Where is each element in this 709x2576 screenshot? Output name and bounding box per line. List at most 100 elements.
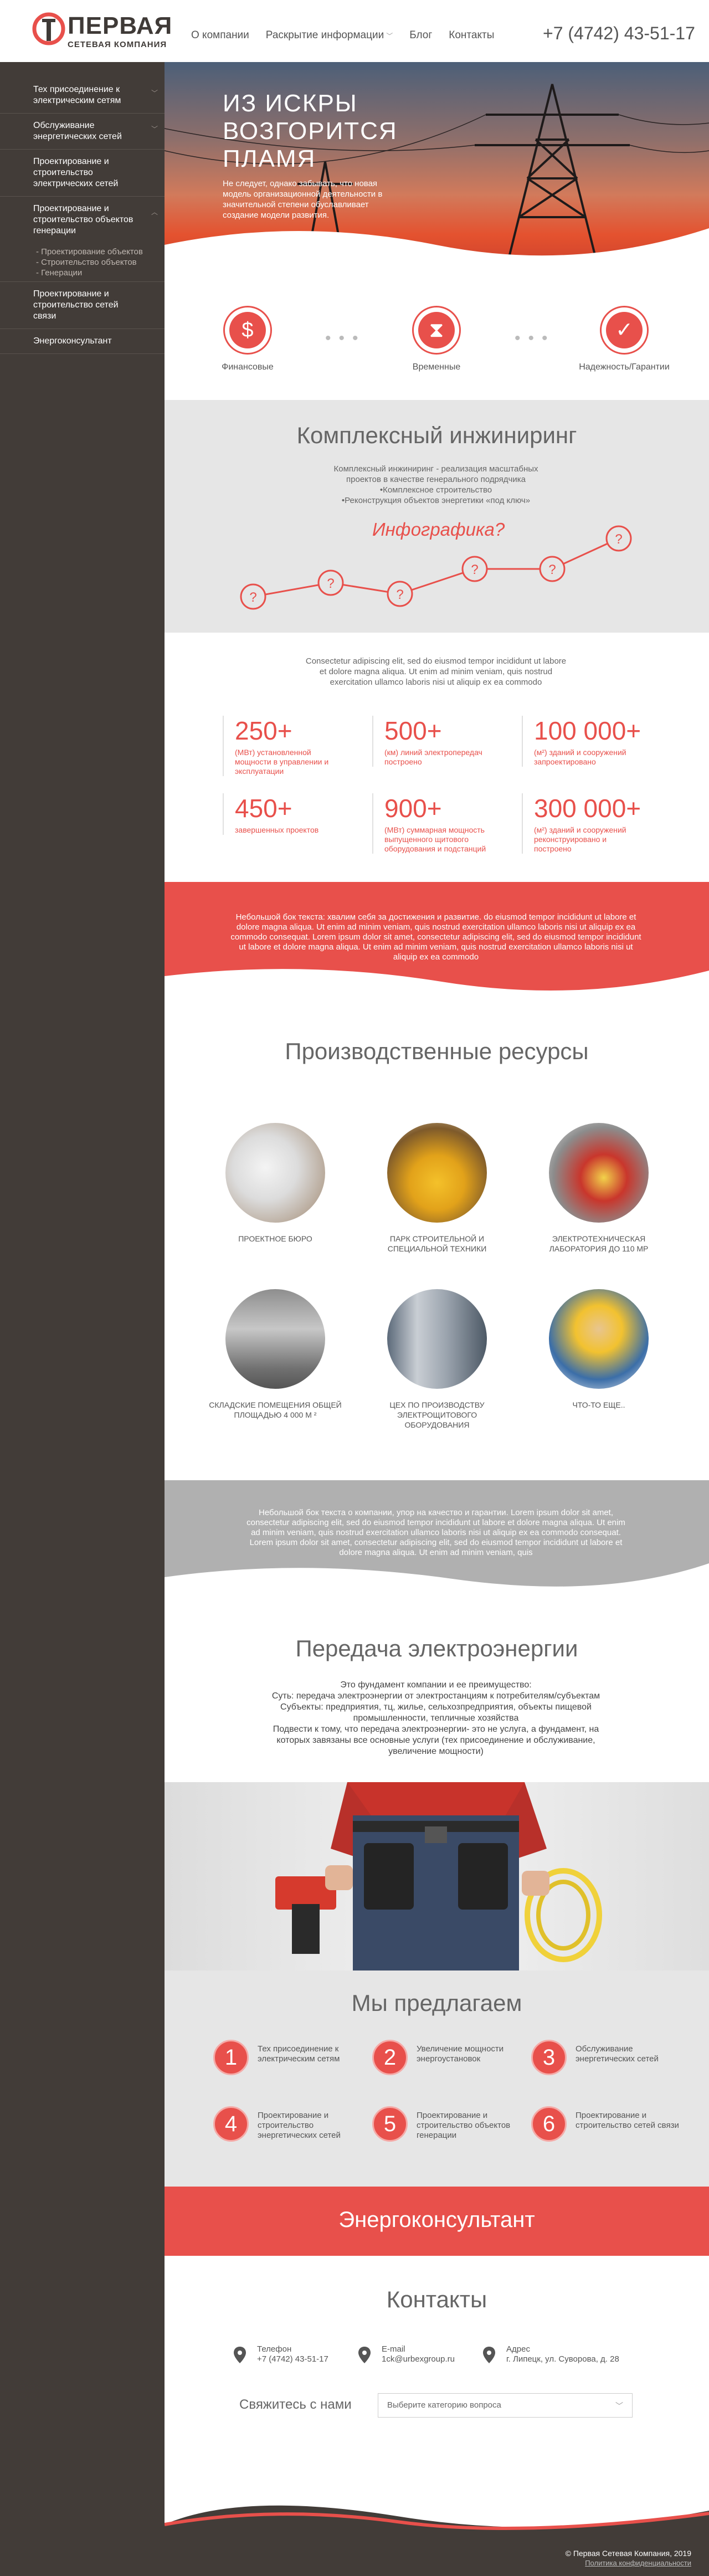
sidebar-item-communications[interactable]: Проектирование и строительство сетей свя… xyxy=(0,282,165,329)
contact-phone: Телефон +7 (4742) 43-51-17 xyxy=(234,2344,328,2364)
stat-label: (км) линий электропередач построено xyxy=(384,748,482,766)
sidebar-item-label: Проектирование и строительство объектов … xyxy=(33,204,133,235)
transmission-line: Субъекты: предприятия, тц, жилье, сельхо… xyxy=(280,1702,592,1723)
site-header: ПЕРВАЯ СЕТЕВАЯ КОМПАНИЯ О компании Раскр… xyxy=(0,0,709,62)
offer-item[interactable]: 5 Проектирование и строительство объекто… xyxy=(372,2106,533,2145)
hero-title: ИЗ ИСКРЫ ВОЗГОРИТСЯ ПЛАМЯ xyxy=(223,90,398,172)
logo-title[interactable]: ПЕРВАЯ xyxy=(68,12,172,40)
resource-image xyxy=(549,1123,649,1223)
stat-number: 900+ xyxy=(384,794,442,823)
offer-item[interactable]: 4 Проектирование и строительство энергет… xyxy=(213,2106,374,2145)
header-phone[interactable]: +7 (4742) 43-51-17 xyxy=(543,23,695,44)
stat-item: 900+ (МВт) суммарная мощность выпущенног… xyxy=(372,793,494,854)
contact-label: E-mail xyxy=(382,2344,405,2354)
select-placeholder: Выберите категорию вопроса xyxy=(387,2400,501,2410)
nav-contacts[interactable]: Контакты xyxy=(449,29,494,42)
offer-number: 5 xyxy=(372,2106,408,2142)
achievements-band: Небольшой бок текста: хвалим себя за дос… xyxy=(165,882,709,993)
sidebar-item-generation[interactable]: Проектирование и строительство объектов … xyxy=(0,197,165,243)
contact-label: Адрес xyxy=(506,2344,530,2354)
feature-reliability: ✓ Надежность/Гарантии xyxy=(569,306,680,372)
location-pin-icon xyxy=(358,2347,371,2363)
logo-icon[interactable] xyxy=(32,12,65,45)
feature-time: ⧗ Временные xyxy=(381,306,492,372)
offer-item[interactable]: 6 Проектирование и строительство сетей с… xyxy=(531,2106,692,2145)
offer-item[interactable]: 2 Увеличение мощности энергоустановок xyxy=(372,2040,533,2079)
sidebar-submenu: Проектирование объектов Строительство об… xyxy=(0,243,165,282)
stat-item: 450+ завершенных проектов xyxy=(223,793,345,835)
infographic-marker: ? xyxy=(396,587,403,602)
nav-blog[interactable]: Блог xyxy=(409,29,432,42)
sidebar-subitem[interactable]: Проектирование объектов xyxy=(36,247,153,257)
offer-label: Проектирование и строительство сетей свя… xyxy=(576,2111,679,2130)
resource-image xyxy=(549,1289,649,1389)
quality-band: Небольшой бок текста о компании, упор на… xyxy=(165,1480,709,1591)
resource-label: СКЛАДСКИЕ ПОМЕЩЕНИЯ ОБЩЕЙ ПЛОЩАДЬЮ 4 000… xyxy=(209,1400,342,1419)
feature-circle: ✓ xyxy=(600,306,649,355)
transmission-line: Это фундамент компании и ее преимущество… xyxy=(340,1680,532,1690)
feature-label: Временные xyxy=(412,362,461,372)
feature-label: Надежность/Гарантии xyxy=(579,362,670,372)
resource-label: ЦЕХ ПО ПРОИЗВОДСТВУ ЭЛЕКТРОЩИТОВОГО ОБОР… xyxy=(389,1400,485,1429)
stat-label: (м²) зданий и сооружений запроектировано xyxy=(534,748,626,766)
contact-label: Телефон xyxy=(257,2344,292,2354)
section-title: Контакты xyxy=(386,2286,487,2312)
sidebar-subitem[interactable]: Генерации xyxy=(36,268,153,278)
wave-divider xyxy=(165,969,709,993)
sidebar-item-label: Проектирование и строительство сетей свя… xyxy=(33,289,119,321)
contact-us-label: Свяжитесь с нами xyxy=(239,2397,352,2412)
hero-text: Не следует, однако забывать, что новая м… xyxy=(223,179,383,220)
infographic-marker: ? xyxy=(327,576,334,591)
sidebar-subitem[interactable]: Строительство объектов xyxy=(36,257,153,268)
sidebar-item-energoconsultant[interactable]: Энергоконсультант xyxy=(0,329,165,354)
section-title: Передача электроэнергии xyxy=(295,1635,578,1661)
wave-divider xyxy=(165,1563,709,1591)
resource-item[interactable]: ПАРК СТРОИТЕЛЬНОЙ И СПЕЦИАЛЬНОЙ ТЕХНИКИ xyxy=(365,1123,509,1254)
section-title: Производственные ресурсы xyxy=(285,1038,589,1064)
feature-circle: ⧗ xyxy=(412,306,461,355)
question-category-select[interactable]: Выберите категорию вопроса ﹀ xyxy=(378,2393,633,2418)
stat-number: 250+ xyxy=(235,716,292,745)
transmission-text: Это фундамент компании и ее преимущество… xyxy=(259,1680,613,1757)
check-badge-icon: ✓ xyxy=(606,312,643,348)
stat-item: 100 000+ (м²) зданий и сооружений запрое… xyxy=(522,716,644,767)
resource-item[interactable]: СКЛАДСКИЕ ПОМЕЩЕНИЯ ОБЩЕЙ ПЛОЩАДЬЮ 4 000… xyxy=(203,1289,347,1420)
resource-item[interactable]: ЭЛЕКТРОТЕХНИЧЕСКАЯ ЛАБОРАТОРИЯ ДО 110 ΜΡ xyxy=(527,1123,671,1254)
resource-image xyxy=(225,1289,325,1389)
location-pin-icon xyxy=(234,2347,246,2363)
resource-label: ПАРК СТРОИТЕЛЬНОЙ И СПЕЦИАЛЬНОЙ ТЕХНИКИ xyxy=(387,1234,487,1253)
resource-item[interactable]: ЦЕХ ПО ПРОИЗВОДСТВУ ЭЛЕКТРОЩИТОВОГО ОБОР… xyxy=(365,1289,509,1430)
nav-disclosure[interactable]: Раскрытие информации ﹀ xyxy=(266,29,393,42)
dollar-icon: $ xyxy=(229,312,266,348)
stat-label: (м²) зданий и сооружений реконструирован… xyxy=(534,825,626,853)
energoconsultant-banner[interactable]: Энергоконсультант xyxy=(165,2187,709,2256)
offer-label: Обслуживание энергетических сетей xyxy=(576,2044,659,2064)
feature-label: Финансовые xyxy=(222,362,274,372)
resource-image xyxy=(225,1123,325,1223)
stat-number: 100 000+ xyxy=(534,716,641,745)
hourglass-icon: ⧗ xyxy=(418,312,455,348)
resource-item[interactable]: ЧТО-ТО ЕЩЕ.. xyxy=(527,1289,671,1410)
resource-item[interactable]: ПРОЕКТНОЕ БЮРО xyxy=(203,1123,347,1244)
stat-label: (МВт) суммарная мощность выпущенного щит… xyxy=(384,825,486,853)
feature-financial: $ Финансовые xyxy=(192,306,303,372)
nav-about[interactable]: О компании xyxy=(191,29,249,42)
infographic-marker: ? xyxy=(249,590,256,605)
divider-dots: ••• xyxy=(515,329,556,347)
chevron-down-icon: ﹀ xyxy=(386,32,393,40)
resources-section: Производственные ресурсы ПРОЕКТНОЕ БЮРО … xyxy=(165,993,709,1480)
privacy-policy-link[interactable]: Политика конфиденциальности xyxy=(566,2558,691,2568)
offer-item[interactable]: 3 Обслуживание энергетических сетей xyxy=(531,2040,692,2079)
sidebar-item-tech-connection[interactable]: Тех присоединение к электрическим сетям … xyxy=(0,78,165,114)
transmission-line: Подвести к тому, что передача электроэне… xyxy=(273,1725,599,1756)
contact-value[interactable]: +7 (4742) 43-51-17 xyxy=(257,2354,328,2364)
main-nav: О компании Раскрытие информации ﹀ Блог Ко… xyxy=(191,29,494,42)
offer-number: 2 xyxy=(372,2040,408,2075)
offer-label: Проектирование и строительство объектов … xyxy=(417,2111,511,2140)
sidebar-item-grid-design[interactable]: Проектирование и строительство электриче… xyxy=(0,150,165,197)
offer-item[interactable]: 1 Тех присоединение к электрическим сетя… xyxy=(213,2040,374,2079)
contact-value: г. Липецк, ул. Суворова, д. 28 xyxy=(506,2354,619,2364)
sidebar-item-maintenance[interactable]: Обслуживание энергетических сетей ﹀ xyxy=(0,114,165,150)
energoconsultant-title: Энергоконсультант xyxy=(338,2208,535,2232)
contact-value[interactable]: 1ck@urbexgroup.ru xyxy=(382,2354,455,2364)
